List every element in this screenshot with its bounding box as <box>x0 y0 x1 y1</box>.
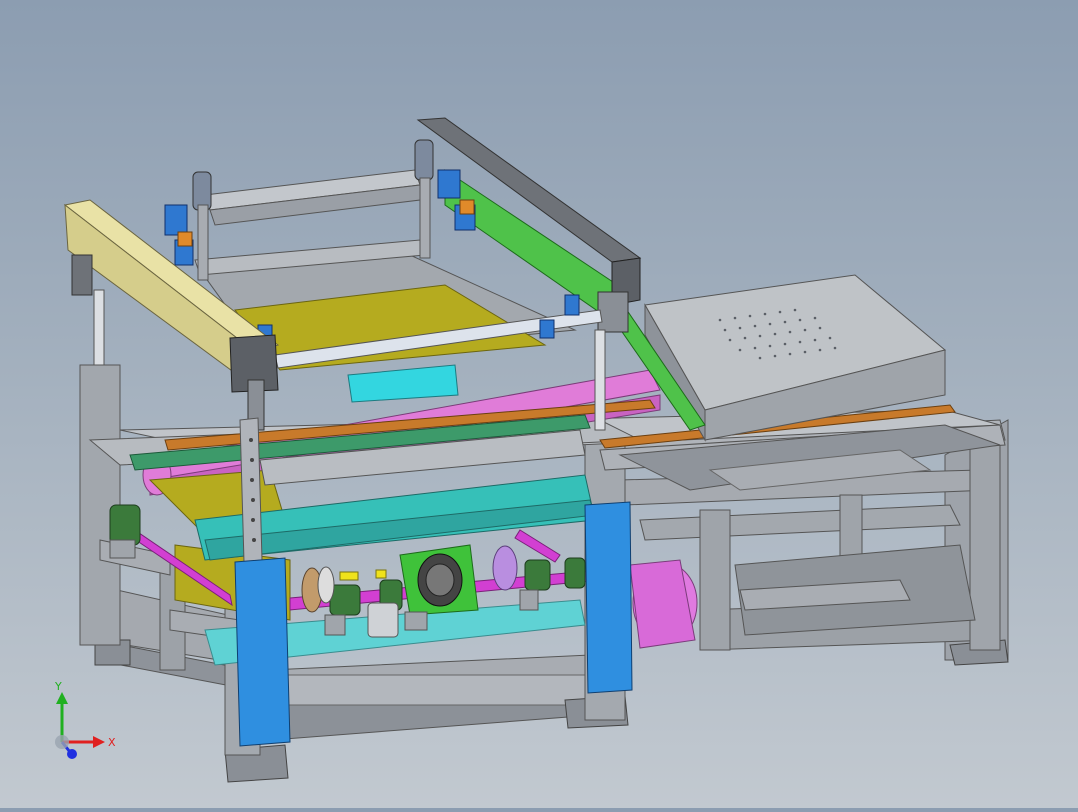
gantry-right[interactable] <box>416 117 706 431</box>
y-axis-head <box>56 692 68 704</box>
x-axis-label: X <box>108 736 116 749</box>
triad-origin <box>55 735 69 749</box>
y-axis-label: Y <box>54 680 62 693</box>
z-axis-head <box>67 749 77 759</box>
drag-chain <box>239 417 263 563</box>
x-axis-head <box>93 736 105 748</box>
machine-model[interactable] <box>0 0 1078 808</box>
coordinate-triad-icon[interactable]: Y X <box>40 680 130 780</box>
cad-viewport[interactable]: Y X <box>0 0 1078 808</box>
